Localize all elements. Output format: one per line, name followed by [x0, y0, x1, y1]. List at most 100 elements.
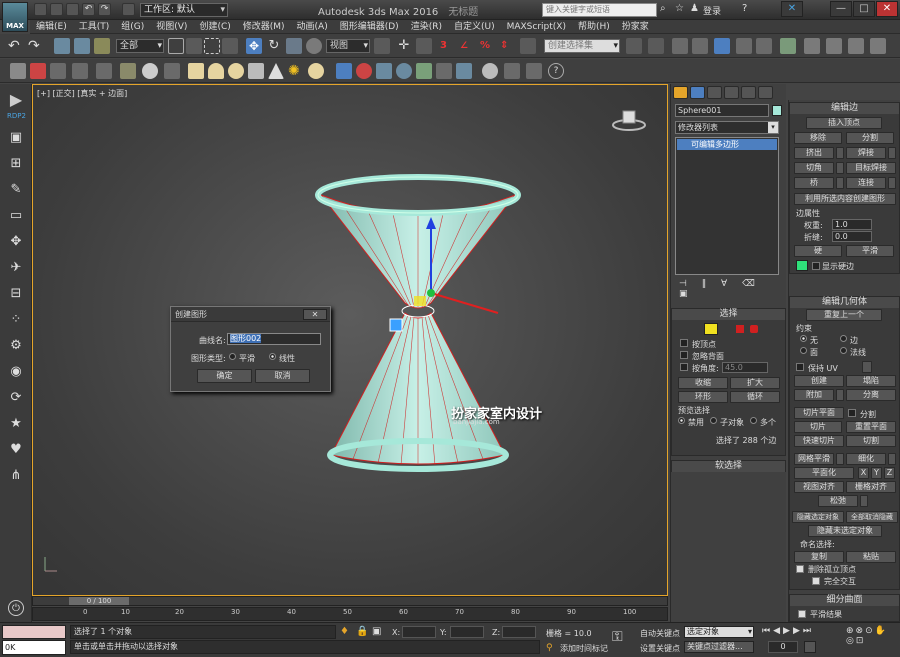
hard-edge-color-swatch[interactable] — [796, 260, 808, 271]
hide-selected-button[interactable]: 隐藏选定对象 — [792, 511, 844, 523]
bind-spacewarp-icon[interactable] — [94, 38, 110, 54]
repeat-last-button[interactable]: 重复上一个 — [806, 309, 882, 321]
target-weld-button[interactable]: 目标焊接 — [846, 162, 896, 174]
weld-button[interactable]: 焊接 — [846, 147, 886, 159]
stack-controls[interactable]: ⊣ ‖ ∀ ⌫ ▣ — [679, 279, 779, 299]
attach-settings-button[interactable] — [836, 389, 844, 401]
move-icon[interactable]: ✥ — [246, 38, 262, 54]
delete-isolated-checkbox[interactable] — [796, 565, 804, 573]
heart-icon[interactable]: ♥ — [8, 442, 24, 458]
search-input[interactable]: 键入关键字或短语 — [542, 3, 657, 17]
undo-icon[interactable]: ↶ — [82, 3, 95, 16]
crease-spinner[interactable]: 0.0 — [832, 231, 872, 242]
favorites-icon[interactable]: ☆ — [675, 3, 687, 15]
preserve-uv-settings-button[interactable] — [862, 361, 872, 373]
cut-button[interactable]: 切割 — [846, 435, 896, 447]
power-icon[interactable]: ⏻ — [8, 600, 24, 616]
tessellate-button[interactable]: 细化 — [846, 453, 886, 465]
selection-rollout-title[interactable]: 选择 — [672, 309, 785, 320]
play-icon[interactable]: ▶ — [6, 92, 26, 108]
ribbon-toggle-icon[interactable] — [714, 38, 730, 54]
remove-button[interactable]: 移除 — [794, 132, 842, 144]
object-color-swatch[interactable] — [772, 105, 782, 116]
x-coord-field[interactable] — [402, 626, 436, 638]
chamfer-button[interactable]: 切角 — [794, 162, 834, 174]
reset-plane-button[interactable]: 重置平面 — [846, 421, 896, 433]
edit-edges-title[interactable]: 编辑边 — [790, 103, 899, 114]
isolate-icon[interactable]: ♦ — [340, 626, 349, 637]
modifier-stack[interactable]: 可编辑多边形 — [675, 137, 779, 275]
relax-settings-button[interactable] — [860, 495, 868, 507]
playback-controls[interactable]: ⏮◀▶▶⏭ — [762, 626, 842, 638]
collapse-button[interactable]: 塌陷 — [846, 375, 896, 387]
max-logo-button[interactable]: MAX — [2, 2, 28, 32]
render-online-icon[interactable] — [870, 38, 886, 54]
menu-group[interactable]: 组(G) — [115, 20, 150, 34]
curve-editor-icon[interactable] — [736, 38, 752, 54]
tool-15-icon[interactable] — [308, 63, 324, 79]
exchange-icon[interactable]: ✕ — [781, 1, 803, 17]
star-icon[interactable]: ★ — [8, 416, 24, 432]
motion-tab-icon[interactable] — [724, 86, 739, 99]
extrude-settings-button[interactable] — [836, 147, 844, 159]
lock-icon[interactable]: 🔒 — [356, 626, 368, 637]
plane-icon[interactable]: ✈ — [8, 260, 24, 276]
tool-2-icon[interactable] — [30, 63, 46, 79]
redo-icon[interactable]: ↷ — [98, 3, 111, 16]
tool-20-icon[interactable] — [416, 63, 432, 79]
weight-spinner[interactable]: 1.0 — [832, 219, 872, 230]
cluster-icon[interactable]: ⁘ — [8, 312, 24, 328]
tool-17-icon[interactable] — [356, 63, 372, 79]
planar-y-button[interactable]: Y — [871, 467, 882, 479]
copy-button[interactable]: 复制 — [794, 551, 844, 563]
grow-button[interactable]: 扩大 — [730, 377, 780, 389]
tool-12-icon[interactable] — [248, 63, 264, 79]
tool-11-icon[interactable] — [228, 63, 244, 79]
track-bar[interactable]: 0 10 20 30 40 50 60 70 80 90 100 — [32, 607, 668, 621]
search-icon[interactable]: ⌕ — [660, 3, 672, 15]
undo-icon[interactable]: ↶ — [8, 38, 24, 54]
grid-icon[interactable]: ⊞ — [8, 156, 24, 172]
viewcube[interactable] — [611, 109, 647, 133]
ignore-backface-checkbox[interactable] — [680, 351, 688, 359]
attach-button[interactable]: 附加 — [794, 389, 834, 401]
edit-icon[interactable]: ✎ — [8, 182, 24, 198]
soft-selection-rollout[interactable]: 软选择 — [671, 460, 786, 472]
show-hard-checkbox[interactable] — [812, 262, 820, 270]
select-by-name-icon[interactable] — [186, 38, 202, 54]
menu-edit[interactable]: 编辑(E) — [30, 20, 73, 34]
unlink-icon[interactable] — [74, 38, 90, 54]
selection-filter-select[interactable]: 全部 ▾ — [116, 39, 164, 53]
preview-disabled-radio[interactable] — [678, 417, 685, 424]
full-interactivity-checkbox[interactable] — [812, 577, 820, 585]
tool-25-icon[interactable] — [526, 63, 542, 79]
user-icon[interactable]: ♟ — [690, 3, 702, 15]
select-object-icon[interactable] — [168, 38, 184, 54]
ring-button[interactable]: 环形 — [678, 391, 728, 403]
quick-slice-button[interactable]: 快速切片 — [794, 435, 844, 447]
menu-tools[interactable]: 工具(T) — [73, 20, 116, 34]
absolute-mode-icon[interactable]: ▣ — [372, 626, 381, 637]
tool-22-icon[interactable] — [456, 63, 472, 79]
hide-unselected-button[interactable]: 隐藏未选定对象 — [808, 525, 882, 537]
link-icon[interactable] — [54, 38, 70, 54]
make-planar-button[interactable]: 平面化 — [794, 467, 854, 479]
selection-set-select[interactable]: 选定对象 ▾ — [684, 626, 754, 638]
time-config-icon[interactable] — [804, 641, 816, 653]
insert-vertex-button[interactable]: 插入顶点 — [806, 117, 882, 129]
slice-button[interactable]: 切片 — [794, 421, 842, 433]
project-folder-icon[interactable] — [122, 3, 135, 16]
menu-views[interactable]: 视图(V) — [150, 20, 193, 34]
modify-tab-icon[interactable] — [690, 86, 705, 99]
current-frame-field[interactable]: 0 — [768, 641, 798, 653]
hierarchy-tab-icon[interactable] — [707, 86, 722, 99]
keyboard-shortcut-icon[interactable] — [416, 38, 432, 54]
scene-explorer-icon[interactable] — [692, 38, 708, 54]
soft-selection-title[interactable]: 软选择 — [672, 461, 785, 472]
constraint-normal-radio[interactable] — [840, 347, 847, 354]
edge-subobject-icon[interactable] — [704, 323, 718, 335]
rect-selection-icon[interactable] — [204, 38, 220, 54]
open-file-icon[interactable] — [50, 3, 63, 16]
spinner-snap-icon[interactable]: ⇕ — [500, 38, 516, 54]
ok-button[interactable]: 确定 — [197, 369, 252, 383]
